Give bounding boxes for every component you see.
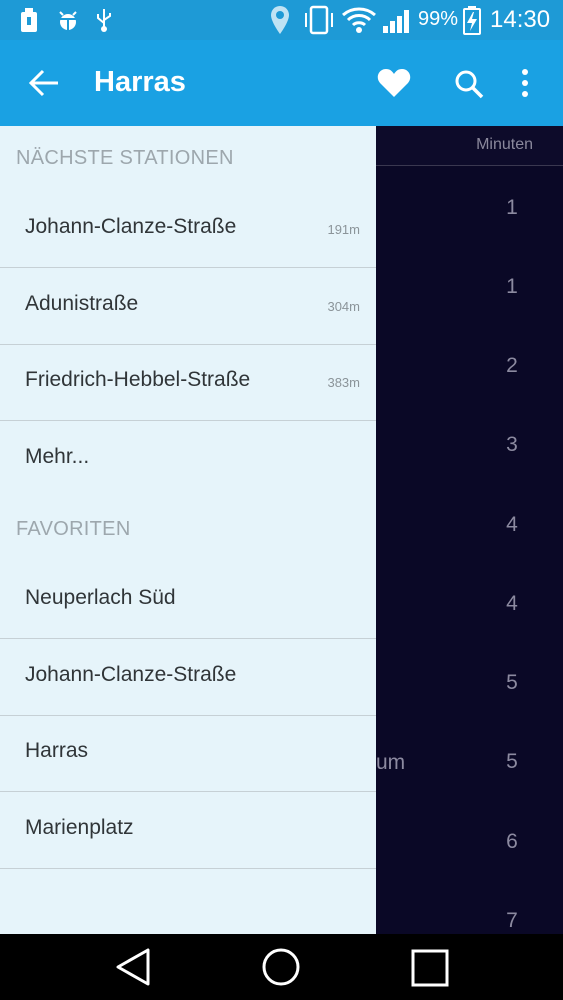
usb-icon xyxy=(97,9,111,32)
wifi-icon xyxy=(342,7,376,33)
overflow-menu-icon[interactable] xyxy=(519,69,531,97)
minute-value: 2 xyxy=(506,354,518,377)
search-icon[interactable] xyxy=(454,69,484,99)
station-name: Marienplatz xyxy=(25,816,134,839)
station-name: Adunistraße xyxy=(25,292,139,315)
minute-value: 7 xyxy=(506,909,518,932)
favorite-heart-icon[interactable] xyxy=(377,68,411,98)
station-name: Johann-Clanze-Straße xyxy=(25,663,237,686)
minute-value: 3 xyxy=(506,433,518,456)
recents-square-icon[interactable] xyxy=(411,949,449,987)
minute-value: 1 xyxy=(506,275,518,298)
nearest-station-item[interactable]: Johann-Clanze-Straße 191m xyxy=(0,191,376,268)
more-stations-item[interactable]: Mehr... xyxy=(0,421,376,498)
station-distance: 191m xyxy=(327,222,360,237)
battery-charging-icon xyxy=(463,6,481,35)
vibrate-icon xyxy=(305,5,333,35)
clock: 14:30 xyxy=(490,6,551,33)
station-name: Neuperlach Süd xyxy=(25,586,176,609)
favorite-station-item[interactable]: Johann-Clanze-Straße xyxy=(0,639,376,716)
minute-value: 4 xyxy=(506,592,518,615)
favorite-station-item[interactable]: Neuperlach Süd xyxy=(0,562,376,639)
station-name: Friedrich-Hebbel-Straße xyxy=(25,368,251,391)
battery-percent: 99% xyxy=(418,8,459,30)
nearest-station-item[interactable]: Friedrich-Hebbel-Straße 383m xyxy=(0,344,376,421)
favorite-station-item[interactable]: Harras xyxy=(0,715,376,792)
more-stations-label: Mehr... xyxy=(25,445,90,468)
station-distance: 304m xyxy=(327,299,360,314)
back-triangle-icon[interactable] xyxy=(114,947,152,987)
usb-storage-icon xyxy=(21,8,37,32)
favorites-header: FAVORITEN xyxy=(16,518,131,540)
minutes-column-header: Minuten xyxy=(476,136,533,153)
minute-value: 1 xyxy=(506,196,518,219)
station-name: Harras xyxy=(25,739,89,762)
app-bar: Harras xyxy=(0,40,563,126)
nearest-station-item[interactable]: Adunistraße 304m xyxy=(0,268,376,345)
minute-value: 5 xyxy=(506,750,518,773)
page-title: Harras xyxy=(94,66,186,98)
signal-icon xyxy=(383,10,409,33)
minute-value: 4 xyxy=(506,513,518,536)
navigation-drawer: NÄCHSTE STATIONEN Johann-Clanze-Straße 1… xyxy=(0,126,376,934)
destination-partial-text: um xyxy=(376,751,406,774)
location-icon xyxy=(271,6,289,34)
nearest-stations-header: NÄCHSTE STATIONEN xyxy=(16,147,234,169)
minute-value: 5 xyxy=(506,671,518,694)
station-distance: 383m xyxy=(327,375,360,390)
station-name: Johann-Clanze-Straße xyxy=(25,215,237,238)
minute-value: 6 xyxy=(506,830,518,853)
debug-android-icon xyxy=(58,11,78,30)
back-arrow-icon[interactable] xyxy=(28,68,60,98)
home-circle-icon[interactable] xyxy=(261,947,301,987)
favorite-station-item[interactable]: Marienplatz xyxy=(0,792,376,869)
system-navigation-bar xyxy=(0,934,563,1000)
status-bar: 99% 14:30 xyxy=(0,0,563,40)
